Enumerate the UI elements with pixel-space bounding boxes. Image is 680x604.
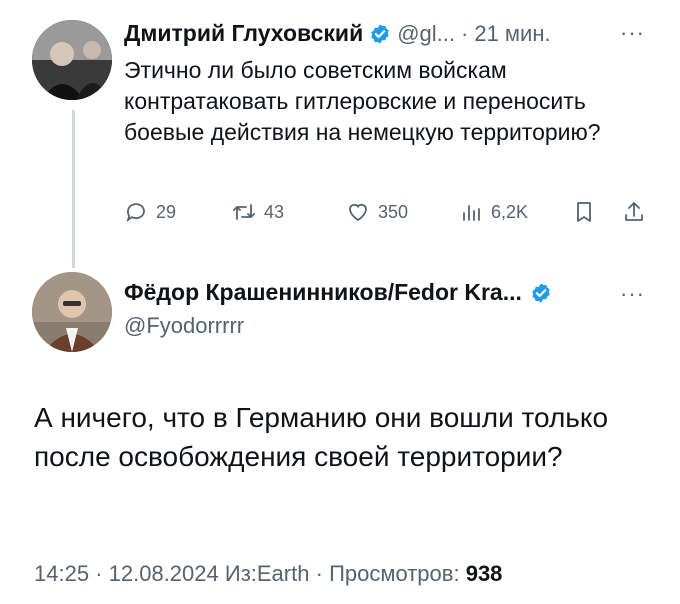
- views-count: 6,2K: [491, 201, 529, 222]
- verified-badge-icon: [371, 23, 389, 44]
- meta-separator: ·: [95, 561, 103, 586]
- avatar-photo-fedor: [32, 272, 112, 352]
- views-label: Просмотров:: [329, 561, 460, 586]
- tweet-meta: 14:25 · 12.08.2024 Из:Earth · Просмотров…: [34, 561, 502, 587]
- more-options-button[interactable]: ···: [620, 20, 645, 46]
- retweet-icon: [233, 204, 255, 220]
- thread-line: [72, 110, 75, 268]
- retweet-button[interactable]: 43: [232, 200, 284, 224]
- like-button[interactable]: 350: [346, 200, 408, 224]
- share-button[interactable]: [622, 200, 646, 224]
- tweet-text: А ничего, что в Германию они вошли тольк…: [34, 402, 609, 472]
- meta-separator: ·: [315, 561, 323, 586]
- reply-icon: [126, 203, 145, 223]
- views-icon: [463, 205, 480, 221]
- avatar-photo-dmitry: [32, 20, 112, 100]
- tweet-date[interactable]: 12.08.2024: [109, 561, 219, 586]
- tweet-time[interactable]: 14:25: [34, 561, 89, 586]
- views-button[interactable]: 6,2K: [459, 200, 528, 224]
- author-name[interactable]: Дмитрий Глуховский: [124, 20, 363, 47]
- like-count: 350: [378, 201, 409, 222]
- tweet-time[interactable]: 21 мин.: [474, 21, 550, 47]
- reply-button[interactable]: 29: [124, 200, 176, 224]
- avatar-fedor[interactable]: [32, 272, 112, 352]
- retweet-count: 43: [264, 201, 285, 222]
- avatar-dmitry[interactable]: [32, 20, 112, 100]
- author-handle[interactable]: @gl...: [397, 21, 455, 47]
- tweet-source: Из:Earth: [224, 561, 310, 586]
- verified-badge-icon: [532, 282, 550, 303]
- like-icon: [349, 203, 367, 222]
- author-handle[interactable]: @Fyodorrrrr: [124, 313, 244, 339]
- author-name[interactable]: Фёдор Крашенинников/Fedor Kra...: [124, 279, 522, 306]
- bookmark-button[interactable]: [572, 200, 596, 224]
- separator-dot: ·: [461, 20, 469, 46]
- reply-count: 29: [156, 201, 177, 222]
- tweet-text: Этично ли было советским войскам контрат…: [124, 57, 601, 145]
- more-options-button[interactable]: ···: [620, 281, 645, 307]
- views-count: 938: [465, 561, 503, 586]
- share-icon: [625, 202, 643, 221]
- bookmark-icon: [577, 202, 591, 222]
